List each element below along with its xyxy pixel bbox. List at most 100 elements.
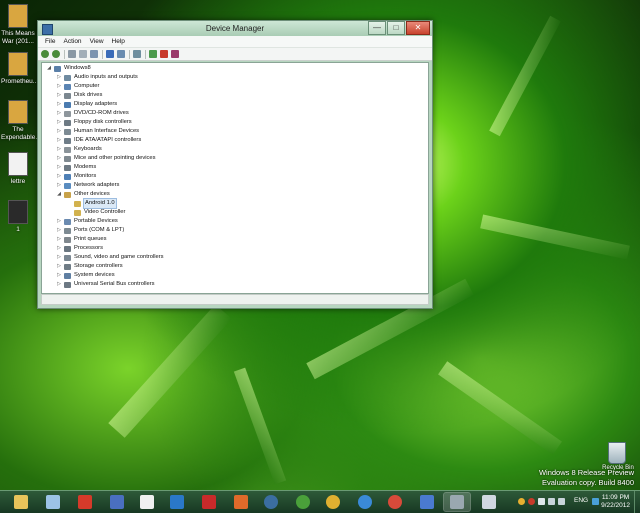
- clock[interactable]: 11:09 PM 9/22/2012: [601, 494, 630, 510]
- tray-app-icon[interactable]: [528, 498, 535, 505]
- expand-arrow-icon[interactable]: ▷: [56, 271, 62, 280]
- expand-arrow-icon[interactable]: ▷: [56, 253, 62, 262]
- tree-item[interactable]: ▷ Print queues: [42, 235, 428, 244]
- network-icon[interactable]: [548, 498, 555, 505]
- minimize-button[interactable]: —: [368, 21, 386, 35]
- tree-item[interactable]: Android 1.0: [42, 198, 428, 209]
- uninstall-icon[interactable]: [160, 50, 168, 58]
- expand-arrow-icon[interactable]: ▷: [56, 109, 62, 118]
- disable-device-icon[interactable]: [171, 50, 179, 58]
- taskbar-app-app-8[interactable]: [228, 493, 254, 511]
- taskbar-app-app-2[interactable]: [40, 493, 66, 511]
- desktop-icon[interactable]: The Expendable...: [1, 100, 41, 142]
- taskbar-app-internet-explorer[interactable]: [352, 493, 378, 511]
- tray-app-icon[interactable]: [518, 498, 525, 505]
- taskbar-app-steam[interactable]: [258, 493, 284, 511]
- tree-item[interactable]: ▷ DVD/CD-ROM drives: [42, 109, 428, 118]
- taskbar-app-acrobat[interactable]: [72, 493, 98, 511]
- expand-arrow-icon[interactable]: ▷: [56, 235, 62, 244]
- tree-item[interactable]: ▷ Computer: [42, 82, 428, 91]
- desktop-icon[interactable]: Prometheu...: [1, 52, 38, 86]
- scan-hardware-icon[interactable]: [133, 50, 141, 58]
- maximize-icon: □: [393, 23, 399, 32]
- maximize-button[interactable]: □: [387, 21, 405, 35]
- device-tree[interactable]: ◢ Windows8 ▷ Audio inputs and outputs ▷ Compu…: [41, 62, 429, 294]
- expand-arrow-icon[interactable]: ▷: [56, 262, 62, 271]
- expand-arrow-icon[interactable]: ▷: [56, 91, 62, 100]
- tree-item[interactable]: ▷ Modems: [42, 163, 428, 172]
- tree-item[interactable]: ▷ Floppy disk controllers: [42, 118, 428, 127]
- menu-action[interactable]: Action: [59, 36, 85, 47]
- taskbar-app-chrome[interactable]: [320, 493, 346, 511]
- expand-arrow-icon[interactable]: ▷: [56, 154, 62, 163]
- menu-view[interactable]: View: [86, 36, 108, 47]
- tree-item[interactable]: ▷ System devices: [42, 271, 428, 280]
- properties-icon[interactable]: [79, 50, 87, 58]
- expand-arrow-icon[interactable]: ▷: [56, 100, 62, 109]
- tree-item[interactable]: ▷ Human Interface Devices: [42, 127, 428, 136]
- expand-arrow-icon[interactable]: ▷: [56, 136, 62, 145]
- tree-item[interactable]: ▷ Monitors: [42, 172, 428, 181]
- back-arrow-icon[interactable]: [41, 50, 49, 58]
- tree-item[interactable]: ▷ Display adapters: [42, 100, 428, 109]
- taskbar-app-file-explorer[interactable]: [8, 493, 34, 511]
- taskbar-app-teamviewer[interactable]: [164, 493, 190, 511]
- taskbar-app-paint[interactable]: [476, 493, 502, 511]
- desktop-icon[interactable]: 1: [1, 200, 35, 234]
- action-center-flag-icon[interactable]: [538, 498, 545, 505]
- collapse-arrow-icon[interactable]: ◢: [56, 190, 62, 199]
- close-button[interactable]: ✕: [406, 21, 430, 35]
- taskbar-app-counter-strike[interactable]: [134, 493, 160, 511]
- tree-item[interactable]: Video Controller: [42, 208, 428, 217]
- taskbar-app-app-4[interactable]: [104, 493, 130, 511]
- tree-item[interactable]: ▷ Universal Serial Bus controllers: [42, 280, 428, 289]
- expand-arrow-icon[interactable]: ▷: [56, 82, 62, 91]
- tree-item[interactable]: ▷ Mice and other pointing devices: [42, 154, 428, 163]
- tree-item[interactable]: ▷ IDE ATA/ATAPI controllers: [42, 136, 428, 145]
- tree-item[interactable]: ▷ Storage controllers: [42, 262, 428, 271]
- taskbar-app-chrome-2[interactable]: [382, 493, 408, 511]
- show-hide-tree-icon[interactable]: [68, 50, 76, 58]
- forward-arrow-icon[interactable]: [52, 50, 60, 58]
- expand-arrow-icon[interactable]: ▷: [56, 280, 62, 289]
- taskbar-app-utorrent[interactable]: [290, 493, 316, 511]
- expand-arrow-icon[interactable]: ▷: [56, 172, 62, 181]
- recycle-bin[interactable]: [606, 442, 628, 466]
- menu-file[interactable]: File: [41, 36, 59, 47]
- tree-item[interactable]: ▷ Sound, video and game controllers: [42, 253, 428, 262]
- expand-arrow-icon[interactable]: ▷: [56, 145, 62, 154]
- desktop-icon[interactable]: lettre: [1, 152, 35, 186]
- expand-arrow-icon[interactable]: ▷: [56, 217, 62, 226]
- help-icon[interactable]: [106, 50, 114, 58]
- taskbar-app-app-7[interactable]: [196, 493, 222, 511]
- tree-item[interactable]: ▷ Portable Devices: [42, 217, 428, 226]
- expand-arrow-icon[interactable]: ▷: [56, 226, 62, 235]
- taskbar-app-app-14[interactable]: [414, 493, 440, 511]
- tree-item[interactable]: ▷ Ports (COM & LPT): [42, 226, 428, 235]
- tree-item[interactable]: ◢ Other devices: [42, 190, 428, 199]
- expand-arrow-icon[interactable]: ▷: [56, 118, 62, 127]
- expand-arrow-icon[interactable]: ▷: [56, 181, 62, 190]
- expand-arrow-icon[interactable]: ▷: [56, 163, 62, 172]
- language-indicator[interactable]: ENG: [574, 497, 588, 504]
- tree-item[interactable]: ▷ Keyboards: [42, 145, 428, 154]
- refresh-icon[interactable]: [90, 50, 98, 58]
- update-driver-icon[interactable]: [149, 50, 157, 58]
- collapse-arrow-icon[interactable]: ◢: [46, 64, 52, 73]
- tree-item[interactable]: ▷ Network adapters: [42, 181, 428, 190]
- expand-arrow-icon[interactable]: ▷: [56, 127, 62, 136]
- volume-icon[interactable]: [558, 498, 565, 505]
- tree-item[interactable]: ◢ Windows8: [42, 64, 428, 73]
- expand-arrow-icon[interactable]: ▷: [56, 73, 62, 82]
- tray-app-icon[interactable]: [592, 498, 599, 505]
- menu-help[interactable]: Help: [108, 36, 129, 47]
- show-desktop-button[interactable]: [634, 491, 640, 513]
- taskbar-app-device-manager[interactable]: [443, 492, 471, 512]
- tree-item[interactable]: ▷ Disk drives: [42, 91, 428, 100]
- title-bar[interactable]: Device Manager — □ ✕: [38, 21, 432, 36]
- tree-item[interactable]: ▷ Audio inputs and outputs: [42, 73, 428, 82]
- desktop-icon[interactable]: This Means War (201...: [1, 4, 35, 46]
- tree-item[interactable]: ▷ Processors: [42, 244, 428, 253]
- view-icon[interactable]: [117, 50, 125, 58]
- expand-arrow-icon[interactable]: ▷: [56, 244, 62, 253]
